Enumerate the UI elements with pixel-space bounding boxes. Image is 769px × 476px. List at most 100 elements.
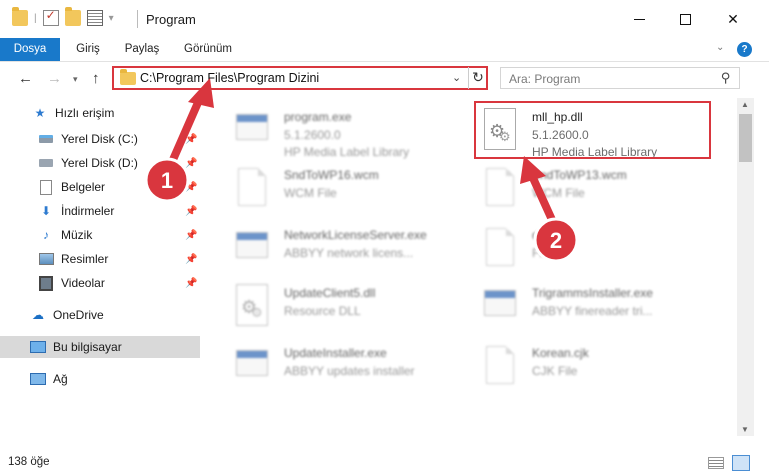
file-item[interactable]: dll File <box>480 222 710 278</box>
help-icon[interactable]: ? <box>737 42 752 57</box>
file-type: WCM File <box>532 186 585 200</box>
exe-icon <box>480 282 520 330</box>
tab-home[interactable]: Giriş <box>66 38 110 61</box>
recent-locations-chevron-icon[interactable]: ▾ <box>73 74 78 85</box>
file-type: File <box>532 246 552 260</box>
sidebar-item-music[interactable]: ♪ Müzik 📌 <box>0 224 200 246</box>
file-name: TrigrammsInstaller.exe <box>532 286 653 300</box>
sidebar-item-local-disk-d[interactable]: Yerel Disk (D:) 📌 <box>0 152 200 174</box>
pin-icon[interactable]: 📌 <box>185 158 197 169</box>
folder-icon <box>12 7 28 26</box>
minimize-icon <box>633 18 645 20</box>
sidebar-item-this-pc[interactable]: Bu bilgisayar <box>0 336 200 358</box>
window-title: Program <box>146 12 196 27</box>
blank-file-icon <box>232 164 272 212</box>
scrollbar-thumb[interactable] <box>739 114 752 162</box>
file-type: Resource DLL <box>284 304 361 318</box>
tab-share[interactable]: Paylaş <box>118 38 166 61</box>
sidebar-item-quick-access[interactable]: ★ Hızlı erişim <box>0 102 200 124</box>
videos-icon <box>38 275 54 291</box>
sidebar-item-label: Yerel Disk (D:) <box>61 156 138 170</box>
file-item[interactable]: Korean.cjk CJK File <box>480 340 710 396</box>
dropdown-arrow-icon[interactable]: ▾ <box>109 13 114 24</box>
tab-view[interactable]: Görünüm <box>178 38 238 61</box>
close-button[interactable]: ✕ <box>710 0 756 38</box>
file-description: HP Media Label Library <box>284 145 410 159</box>
scroll-up-icon[interactable]: ▲ <box>741 100 749 109</box>
address-dropdown-chevron-icon[interactable]: ⌄ <box>452 71 461 84</box>
search-icon[interactable]: ⚲ <box>721 70 731 86</box>
title-separator <box>137 10 138 28</box>
sidebar-item-videos[interactable]: Videolar 📌 <box>0 272 200 294</box>
sidebar-item-label: Belgeler <box>61 180 106 194</box>
address-bar[interactable]: C:\Program Files\Program Dizini ⌄ ↻ <box>112 66 488 90</box>
sidebar-item-label: Resimler <box>61 252 109 266</box>
expand-ribbon-icon[interactable]: ⌄ <box>716 42 724 53</box>
file-name: SndToWP16.wcm <box>284 168 379 182</box>
documents-icon <box>38 179 54 195</box>
exe-icon <box>232 342 272 390</box>
disk-c-icon <box>38 131 54 147</box>
sidebar-item-onedrive[interactable]: ☁ OneDrive <box>0 304 200 326</box>
properties-check-icon[interactable] <box>42 8 59 26</box>
blank-file-icon <box>480 164 520 212</box>
exe-icon <box>232 106 272 154</box>
pin-icon[interactable]: 📌 <box>185 230 197 241</box>
file-type: ABBYY finereader tri... <box>532 304 653 318</box>
sidebar-item-label: Müzik <box>61 228 93 242</box>
file-item[interactable]: NetworkLicenseServer.exe ABBYY network l… <box>232 222 462 278</box>
folder-icon <box>120 69 136 85</box>
sidebar-item-label: Videolar <box>61 276 105 290</box>
customize-toolbar-icon[interactable] <box>86 10 103 26</box>
pictures-icon <box>38 251 54 267</box>
network-icon <box>30 371 46 387</box>
file-name: Korean.cjk <box>532 346 589 360</box>
minimize-button[interactable] <box>616 0 662 38</box>
exe-icon <box>232 224 272 272</box>
file-item[interactable]: SndToWP16.wcm WCM File <box>232 162 462 218</box>
new-folder-icon[interactable] <box>64 7 81 26</box>
computer-icon <box>30 339 46 355</box>
file-item[interactable]: program.exe 5.1.2600.0 HP Media Label Li… <box>232 104 462 160</box>
sidebar-item-local-disk-c[interactable]: Yerel Disk (C:) 📌 <box>0 128 200 150</box>
pin-icon[interactable]: 📌 <box>185 134 197 145</box>
sidebar-item-documents[interactable]: Belgeler 📌 <box>0 176 200 198</box>
search-input[interactable]: Ara: Program ⚲ <box>500 67 740 89</box>
star-icon: ★ <box>34 106 46 120</box>
address-path[interactable]: C:\Program Files\Program Dizini <box>140 71 319 85</box>
sidebar-item-label: Bu bilgisayar <box>53 340 122 354</box>
maximize-icon <box>679 13 691 25</box>
file-item[interactable]: TrigrammsInstaller.exe ABBYY finereader … <box>480 280 710 336</box>
file-type: ABBYY network licens... <box>284 246 414 260</box>
sidebar-item-pictures[interactable]: Resimler 📌 <box>0 248 200 270</box>
quick-access-toolbar: | ▾ <box>12 7 114 26</box>
tab-file[interactable]: Dosya <box>0 38 60 61</box>
large-icons-view-icon[interactable] <box>732 455 750 471</box>
vertical-scrollbar[interactable]: ▲ ▼ <box>737 98 754 436</box>
file-name: dll <box>532 228 545 242</box>
refresh-icon[interactable]: ↻ <box>468 67 487 89</box>
music-icon: ♪ <box>43 228 49 242</box>
details-view-icon[interactable] <box>708 457 724 469</box>
sidebar-item-downloads[interactable]: ⬇ İndirmeler 📌 <box>0 200 200 222</box>
sidebar-item-label: Yerel Disk (C:) <box>61 132 138 146</box>
file-name: program.exe <box>284 110 352 124</box>
scroll-down-icon[interactable]: ▼ <box>741 425 749 434</box>
file-highlight-box <box>474 101 711 159</box>
forward-arrow-icon[interactable]: → <box>47 70 62 87</box>
navigation-bar: ← → ▾ ↑ C:\Program Files\Program Dizini … <box>0 62 769 94</box>
ribbon: Dosya Giriş Paylaş Görünüm ⌄ ? <box>0 38 769 62</box>
separator: | <box>34 12 37 24</box>
pin-icon[interactable]: 📌 <box>185 206 197 217</box>
up-arrow-icon[interactable]: ↑ <box>92 70 100 87</box>
pin-icon[interactable]: 📌 <box>185 278 197 289</box>
pin-icon[interactable]: 📌 <box>185 254 197 265</box>
file-item[interactable]: UpdateInstaller.exe ABBYY updates instal… <box>232 340 462 396</box>
title-bar: | ▾ Program ✕ <box>0 0 769 38</box>
maximize-button[interactable] <box>662 0 708 38</box>
file-item[interactable]: SndToWP13.wcm WCM File <box>480 162 710 218</box>
back-arrow-icon[interactable]: ← <box>18 70 33 87</box>
pin-icon[interactable]: 📌 <box>185 182 197 193</box>
sidebar-item-network[interactable]: Ağ <box>0 368 200 390</box>
file-item[interactable]: ⚙ ⚙ UpdateClient5.dll Resource DLL <box>232 280 462 336</box>
